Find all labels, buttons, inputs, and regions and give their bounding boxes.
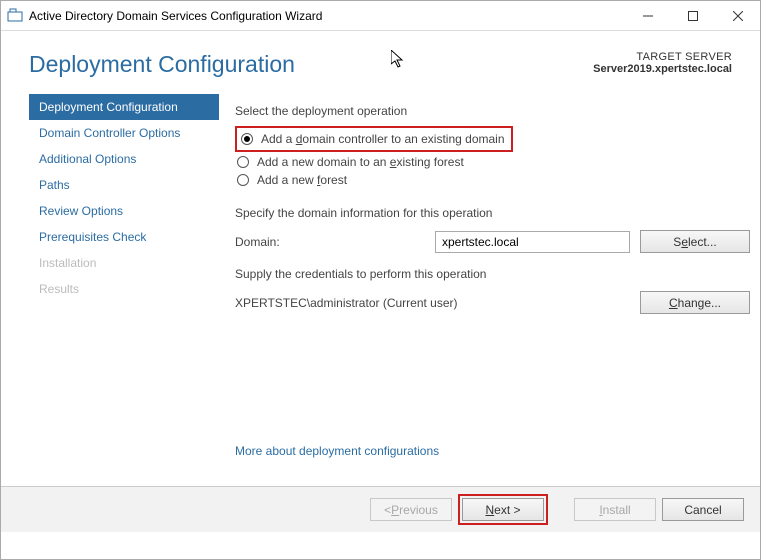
radio-add-domain-existing-forest[interactable]: Add a new domain to an existing forest <box>235 154 750 170</box>
maximize-button[interactable] <box>670 1 715 30</box>
highlight-next: Next > <box>458 494 548 525</box>
next-button[interactable]: Next > <box>462 498 544 521</box>
radio-label: Add a new domain to an existing forest <box>257 155 464 169</box>
more-link[interactable]: More about deployment configurations <box>235 444 439 458</box>
minimize-button[interactable] <box>625 1 670 30</box>
main-panel: Select the deployment operation Add a do… <box>219 88 750 486</box>
nav-prerequisites-check[interactable]: Prerequisites Check <box>29 224 219 250</box>
nav-additional-options[interactable]: Additional Options <box>29 146 219 172</box>
target-server: TARGET SERVER Server2019.xpertstec.local <box>593 51 732 75</box>
radio-label: Add a new forest <box>257 173 347 187</box>
target-server-label: TARGET SERVER <box>593 51 732 63</box>
nav-results: Results <box>29 276 219 302</box>
operation-label: Select the deployment operation <box>235 104 750 118</box>
cancel-button[interactable]: Cancel <box>662 498 744 521</box>
radio-add-new-forest[interactable]: Add a new forest <box>235 172 750 188</box>
radio-icon <box>237 156 249 168</box>
header: Deployment Configuration TARGET SERVER S… <box>1 31 760 88</box>
previous-button: < Previous <box>370 498 452 521</box>
wizard-nav: Deployment Configuration Domain Controll… <box>29 88 219 486</box>
select-button[interactable]: Select... <box>640 230 750 253</box>
nav-paths[interactable]: Paths <box>29 172 219 198</box>
creds-label: Supply the credentials to perform this o… <box>235 267 750 281</box>
nav-review-options[interactable]: Review Options <box>29 198 219 224</box>
page-title: Deployment Configuration <box>29 51 593 78</box>
domain-input[interactable] <box>435 231 630 253</box>
titlebar: Active Directory Domain Services Configu… <box>1 1 760 31</box>
nav-deployment-configuration[interactable]: Deployment Configuration <box>29 94 219 120</box>
close-button[interactable] <box>715 1 760 30</box>
domain-info-label: Specify the domain information for this … <box>235 206 750 220</box>
nav-installation: Installation <box>29 250 219 276</box>
change-button[interactable]: Change... <box>640 291 750 314</box>
highlight-radio-1: Add a domain controller to an existing d… <box>235 126 513 152</box>
radio-icon <box>237 174 249 186</box>
radio-icon <box>241 133 253 145</box>
nav-domain-controller-options[interactable]: Domain Controller Options <box>29 120 219 146</box>
radio-label: Add a domain controller to an existing d… <box>261 132 505 146</box>
target-server-value: Server2019.xpertstec.local <box>593 63 732 75</box>
window-title: Active Directory Domain Services Configu… <box>29 9 625 23</box>
radio-add-dc-existing-domain[interactable]: Add a domain controller to an existing d… <box>239 131 507 147</box>
footer: < Previous Next > Install Cancel <box>1 486 760 532</box>
domain-label: Domain: <box>235 235 435 249</box>
app-icon <box>7 8 23 24</box>
creds-value: XPERTSTEC\administrator (Current user) <box>235 296 630 310</box>
install-button: Install <box>574 498 656 521</box>
